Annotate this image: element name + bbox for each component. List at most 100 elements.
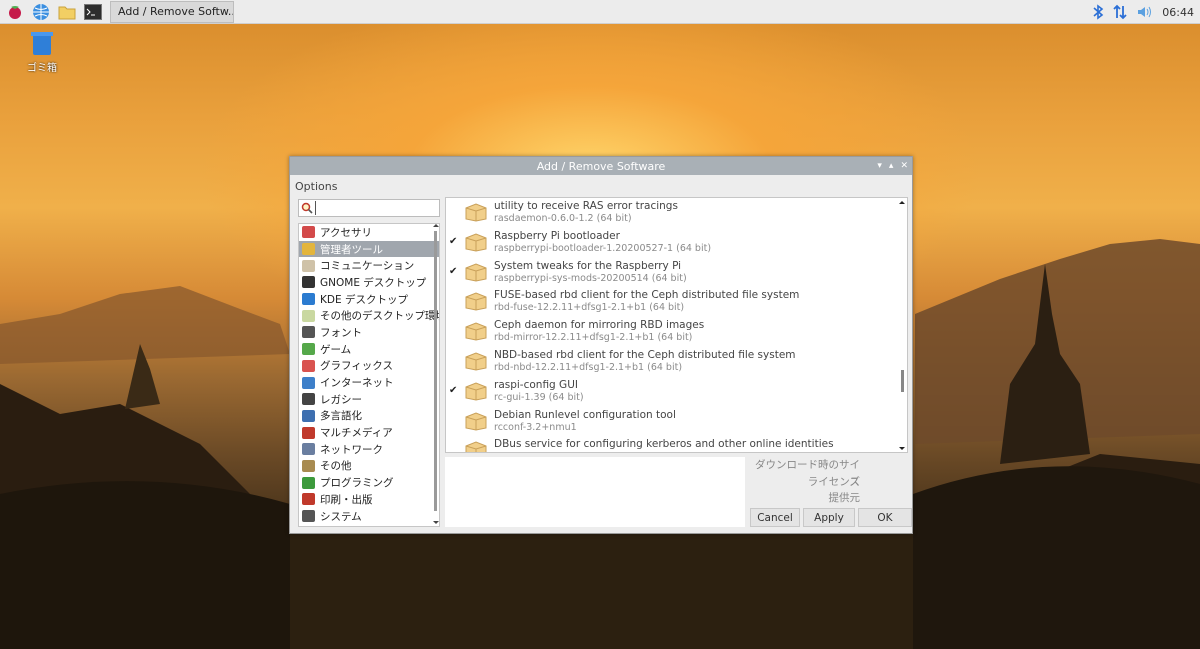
category-item[interactable]: プログラミング — [299, 474, 439, 491]
apply-button[interactable]: Apply — [803, 508, 855, 527]
package-icon — [465, 412, 487, 431]
window-title: Add / Remove Software — [536, 159, 666, 173]
raspberry-menu-icon[interactable] — [4, 2, 26, 22]
package-row[interactable]: utility to receive RAS error tracings ras… — [446, 198, 907, 228]
license-label: ライセンス — [807, 475, 860, 488]
category-item[interactable]: その他 — [299, 458, 439, 475]
category-label: コミュニケーション — [320, 260, 415, 273]
package-row[interactable]: Debian Runlevel configuration tool rcconf… — [446, 407, 907, 437]
category-label: KDE デスクトップ — [320, 293, 408, 306]
provider-label: 提供元 — [828, 492, 861, 504]
category-label: インターネット — [320, 377, 394, 390]
minimize-icon[interactable]: ▾ — [877, 161, 882, 171]
games-icon — [302, 343, 315, 356]
category-item[interactable]: その他のデスクトップ環境 — [299, 307, 439, 324]
category-label: グラフィックス — [320, 360, 393, 373]
fonts-icon — [302, 326, 315, 339]
download-size-label: ダウンロード時のサイズ — [755, 459, 860, 488]
file-manager-icon[interactable] — [56, 2, 78, 22]
menu-options[interactable]: Options — [295, 180, 337, 193]
category-scrollbar[interactable] — [432, 223, 440, 527]
gnome-icon — [302, 276, 315, 289]
package-version: rbd-fuse-12.2.11+dfsg1-2.1+b1 (64 bit) — [494, 302, 685, 314]
category-label: マルチメディア — [320, 427, 393, 440]
category-item[interactable]: GNOME デスクトップ — [299, 274, 439, 291]
package-icon — [465, 292, 487, 311]
close-icon[interactable]: ✕ — [900, 161, 908, 171]
package-version: rcconf-3.2+nmu1 — [494, 421, 577, 433]
category-item[interactable]: アクセサリ — [299, 224, 439, 241]
category-item[interactable]: システム — [299, 508, 439, 525]
package-name: utility to receive RAS error tracings — [494, 200, 678, 212]
package-row[interactable]: NBD-based rbd client for the Ceph distri… — [446, 347, 907, 377]
menubar: Options — [290, 177, 912, 195]
category-item[interactable]: ネットワーク — [299, 441, 439, 458]
category-item[interactable]: 多言語化 — [299, 408, 439, 425]
search-input[interactable] — [315, 201, 433, 215]
package-row[interactable]: DBus service for configuring kerberos an… — [446, 436, 907, 452]
category-item[interactable]: ゲーム — [299, 341, 439, 358]
localization-icon — [302, 409, 315, 422]
package-name: DBus service for configuring kerberos an… — [494, 438, 834, 451]
maximize-icon[interactable]: ▴ — [889, 161, 894, 171]
package-icon — [465, 263, 487, 282]
dialog-buttons: Cancel Apply OK — [750, 508, 912, 527]
window-titlebar[interactable]: Add / Remove Software ▾ ▴ ✕ — [290, 157, 912, 175]
terminal-icon[interactable] — [82, 2, 104, 22]
printing-icon — [302, 493, 315, 506]
package-row[interactable]: Ceph daemon for mirroring RBD images rbd-… — [446, 317, 907, 347]
package-scrollbar[interactable] — [897, 198, 907, 452]
category-item[interactable]: レガシー — [299, 391, 439, 408]
multimedia-icon — [302, 426, 315, 439]
taskbar-task-label: Add / Remove Softw... — [118, 5, 234, 18]
category-label: 管理者ツール — [320, 243, 383, 256]
add-remove-software-window: Add / Remove Software ▾ ▴ ✕ Options アクセサ… — [289, 156, 913, 534]
category-item[interactable]: 管理者ツール — [299, 240, 439, 258]
category-item[interactable]: KDE デスクトップ — [299, 291, 439, 308]
system-tray: 06:44 — [1092, 0, 1194, 24]
package-version: rbd-mirror-12.2.11+dfsg1-2.1+b1 (64 bit) — [494, 332, 693, 344]
ok-button[interactable]: OK — [858, 508, 912, 527]
other-icon — [302, 459, 315, 472]
installed-checkmark-icon[interactable]: ✔ — [449, 266, 461, 277]
package-name: Ceph daemon for mirroring RBD images — [494, 319, 705, 332]
category-item[interactable]: グラフィックス — [299, 358, 439, 375]
category-label: レガシー — [320, 393, 362, 406]
bluetooth-icon[interactable] — [1092, 4, 1104, 20]
taskbar-task-add-remove-software[interactable]: Add / Remove Softw... — [110, 0, 234, 23]
category-item[interactable]: インターネット — [299, 374, 439, 391]
category-label: GNOME デスクトップ — [320, 276, 427, 289]
package-row[interactable]: ✔ System tweaks for the Raspberry Pi raspb… — [446, 258, 907, 288]
category-list[interactable]: アクセサリ管理者ツールコミュニケーション GNOME デスクトップ KDE デスクト… — [298, 223, 440, 527]
package-row[interactable]: ✔ raspi-config GUI rc-gui-1.39 (64 bit) — [446, 377, 907, 407]
category-label: システム — [320, 510, 362, 523]
package-row[interactable]: FUSE-based rbd client for the Ceph distr… — [446, 287, 907, 317]
installed-checkmark-icon[interactable]: ✔ — [449, 385, 461, 396]
package-icon — [465, 203, 487, 222]
category-label: ゲーム — [320, 343, 352, 356]
package-icon — [465, 382, 487, 401]
category-item[interactable]: フォント — [299, 324, 439, 341]
legacy-icon — [302, 393, 315, 406]
package-name: Debian Runlevel configuration tool — [494, 408, 676, 421]
package-details — [445, 457, 745, 527]
package-info: ダウンロード時のサイズ ライセンス 提供元 — [748, 457, 906, 507]
search-box[interactable] — [298, 199, 440, 217]
volume-icon[interactable] — [1136, 4, 1154, 20]
package-name: raspi-config GUI — [494, 378, 578, 391]
desktop-trash[interactable]: ゴミ箱 — [22, 30, 62, 74]
category-label: 多言語化 — [320, 410, 362, 423]
package-row[interactable]: ✔ Raspberry Pi bootloader raspberrypi-boot… — [446, 228, 907, 258]
category-item[interactable]: コミュニケーション — [299, 257, 439, 274]
network-cat-icon — [302, 443, 315, 456]
category-label: フォント — [320, 326, 362, 339]
package-version: rasdaemon-0.6.0-1.2 (64 bit) — [494, 213, 632, 224]
category-item[interactable]: 印刷・出版 — [299, 491, 439, 508]
web-browser-icon[interactable] — [30, 2, 52, 22]
clock[interactable]: 06:44 — [1162, 6, 1194, 19]
package-list[interactable]: utility to receive RAS error tracings ras… — [445, 197, 908, 453]
network-icon[interactable] — [1112, 4, 1128, 20]
cancel-button[interactable]: Cancel — [750, 508, 800, 527]
installed-checkmark-icon[interactable]: ✔ — [449, 236, 461, 247]
category-item[interactable]: マルチメディア — [299, 424, 439, 441]
